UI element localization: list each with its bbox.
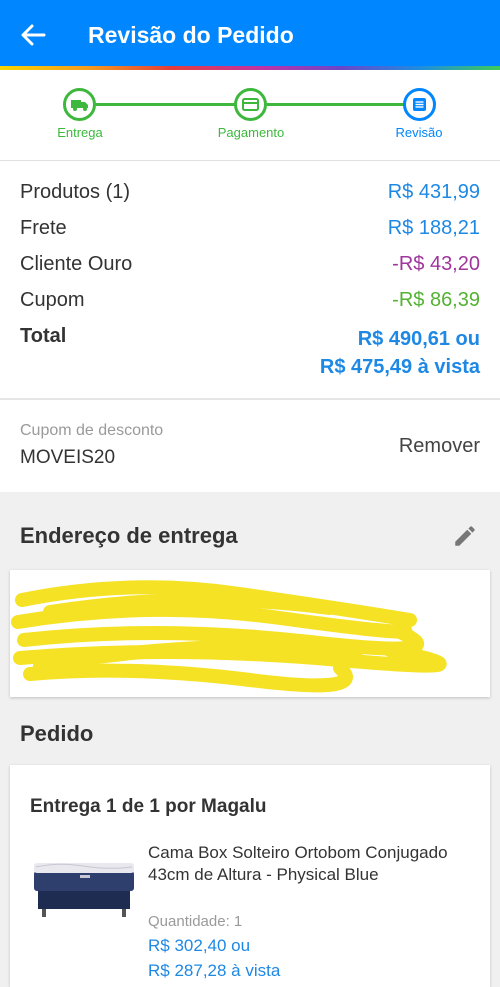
product-image[interactable] bbox=[28, 853, 140, 933]
total-label: Total bbox=[20, 325, 67, 347]
delivery-info: Entrega 1 de 1 por Magalu bbox=[30, 796, 267, 817]
order-section-title: Pedido bbox=[20, 721, 94, 746]
address-section-title: Endereço de entrega bbox=[20, 523, 238, 548]
remove-coupon-button[interactable]: Remover bbox=[399, 435, 480, 458]
cliente-ouro-value: -R$ 43,20 bbox=[392, 253, 480, 275]
step-label-pagamento: Pagamento bbox=[217, 125, 285, 140]
card-icon bbox=[242, 98, 259, 111]
redaction-scribble bbox=[11, 580, 447, 693]
coupon-field-label: Cupom de desconto bbox=[20, 422, 164, 439]
summary-row-cupom: Cupom -R$ 86,39 bbox=[20, 289, 480, 319]
app-bar: Revisão do Pedido bbox=[0, 0, 500, 66]
total-price: R$ 490,61 ou bbox=[357, 328, 480, 350]
step-connector bbox=[267, 103, 404, 106]
step-label-revisao: Revisão bbox=[395, 125, 443, 140]
summary-row-total: Total R$ 490,61 ou R$ 475,49 à vista bbox=[20, 325, 480, 385]
checkout-stepper: Entrega Pagamento Revisão bbox=[0, 70, 500, 160]
order-summary: Produtos (1) R$ 431,99 Frete R$ 188,21 C… bbox=[0, 160, 500, 398]
product-quantity: Quantidade: 1 bbox=[148, 913, 243, 930]
product-name[interactable]: Cama Box Solteiro Ortobom Conjugado 43cm… bbox=[148, 842, 468, 886]
cupom-value: -R$ 86,39 bbox=[392, 289, 480, 311]
summary-row-produtos: Produtos (1) R$ 431,99 bbox=[20, 181, 480, 211]
step-entrega[interactable] bbox=[63, 88, 96, 121]
coupon-code[interactable]: MOVEIS20 bbox=[20, 447, 115, 469]
page-title: Revisão do Pedido bbox=[88, 22, 294, 48]
coupon-section: Cupom de desconto MOVEIS20 Remover bbox=[0, 400, 500, 492]
truck-icon bbox=[71, 100, 88, 111]
step-connector bbox=[96, 103, 236, 106]
produtos-value: R$ 431,99 bbox=[387, 181, 480, 203]
frete-value: R$ 188,21 bbox=[387, 217, 480, 239]
step-pagamento[interactable] bbox=[234, 88, 267, 121]
back-arrow-icon[interactable] bbox=[18, 20, 48, 50]
list-icon bbox=[413, 98, 426, 111]
product-price-cash: R$ 287,28 à vista bbox=[148, 961, 281, 980]
cliente-ouro-label: Cliente Ouro bbox=[20, 253, 133, 275]
produtos-label: Produtos (1) bbox=[20, 181, 131, 203]
summary-row-frete: Frete R$ 188,21 bbox=[20, 217, 480, 247]
step-label-entrega: Entrega bbox=[57, 125, 103, 140]
summary-row-cliente-ouro: Cliente Ouro -R$ 43,20 bbox=[20, 253, 480, 283]
delivery-address-card[interactable] bbox=[10, 570, 490, 697]
total-price-cash: R$ 475,49 à vista bbox=[319, 356, 480, 378]
product-price: R$ 302,40 ou bbox=[148, 936, 251, 955]
pencil-edit-icon[interactable] bbox=[452, 523, 478, 549]
frete-label: Frete bbox=[20, 217, 67, 239]
order-card: Entrega 1 de 1 por Magalu Cama Box Solte… bbox=[10, 765, 490, 987]
total-value: R$ 490,61 ou R$ 475,49 à vista bbox=[320, 325, 480, 381]
cupom-label: Cupom bbox=[20, 289, 85, 311]
step-revisao[interactable] bbox=[403, 88, 436, 121]
